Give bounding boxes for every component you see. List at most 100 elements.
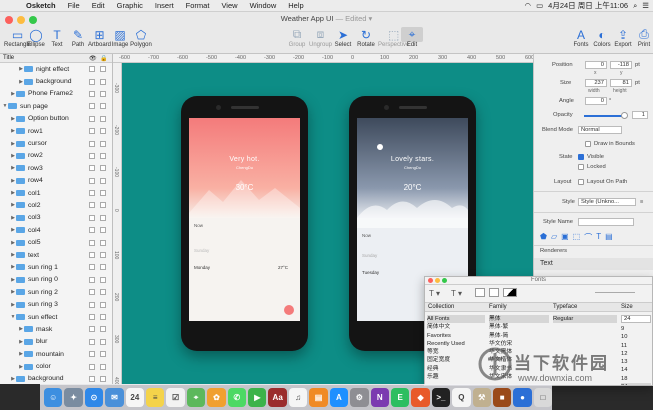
visibility-checkbox[interactable] bbox=[89, 338, 95, 345]
app-icon[interactable]: ◆ bbox=[411, 388, 430, 407]
layer-row[interactable]: ▶ cursor bbox=[0, 137, 112, 149]
layer-row[interactable]: ▶ Phone Frame2 bbox=[0, 88, 112, 100]
lock-checkbox[interactable] bbox=[100, 128, 106, 135]
lock-checkbox[interactable] bbox=[100, 66, 106, 73]
text-style-icon[interactable]: T bbox=[596, 232, 601, 243]
visibility-checkbox[interactable] bbox=[89, 276, 95, 283]
collection-item[interactable]: 固定宽度 bbox=[427, 356, 485, 364]
style-name-input[interactable] bbox=[578, 218, 634, 226]
zoom-fonts-panel-button[interactable] bbox=[442, 278, 447, 283]
visibility-checkbox[interactable] bbox=[89, 165, 95, 172]
layer-row[interactable]: ▶ col3 bbox=[0, 212, 112, 224]
lock-checkbox[interactable] bbox=[100, 103, 106, 110]
document-color-well[interactable] bbox=[489, 288, 499, 297]
rotate-tool-button[interactable]: ↻ Rotate bbox=[355, 27, 377, 49]
collection-item[interactable]: Favorites bbox=[427, 332, 485, 340]
stroke-style-icon[interactable]: ▱ bbox=[551, 232, 557, 243]
artboard-tool-button[interactable]: ⊞ Artboard bbox=[88, 27, 111, 49]
layer-row[interactable]: ▶ background bbox=[0, 75, 112, 87]
menu-app-name[interactable]: Osketch bbox=[20, 1, 62, 10]
close-fonts-panel-button[interactable] bbox=[428, 278, 433, 283]
layer-row[interactable]: ▶ col2 bbox=[0, 199, 112, 211]
lock-checkbox[interactable] bbox=[100, 375, 106, 382]
draw-in-bounds-checkbox[interactable] bbox=[585, 141, 591, 147]
layer-row[interactable]: ▶ mountain bbox=[0, 348, 112, 360]
visibility-checkbox[interactable] bbox=[89, 227, 95, 234]
lock-checkbox[interactable] bbox=[100, 190, 106, 197]
lock-checkbox[interactable] bbox=[100, 252, 106, 259]
layer-row[interactable]: ▶ sun ring 0 bbox=[0, 274, 112, 286]
lock-checkbox[interactable] bbox=[100, 165, 106, 172]
angle-input[interactable]: 0 bbox=[585, 97, 607, 105]
music-icon[interactable]: ♫ bbox=[288, 388, 308, 407]
menu-help[interactable]: Help bbox=[282, 1, 309, 10]
polygon-tool-button[interactable]: ⬠ Polygon bbox=[130, 27, 152, 49]
effect-style-icon[interactable]: ⬚ bbox=[573, 232, 581, 243]
family-item[interactable]: 黑体-简 bbox=[489, 332, 549, 340]
collection-item[interactable]: Recently Used bbox=[427, 340, 485, 348]
locked-checkbox[interactable] bbox=[578, 164, 584, 170]
visibility-checkbox[interactable] bbox=[89, 314, 95, 320]
menu-file[interactable]: File bbox=[62, 1, 86, 10]
visibility-checkbox[interactable] bbox=[89, 363, 95, 370]
layer-row[interactable]: ▶ night effect bbox=[0, 63, 112, 75]
lock-checkbox[interactable] bbox=[100, 363, 106, 370]
qq-icon[interactable]: Q bbox=[452, 388, 471, 407]
select-tool-button[interactable]: ➤ Select bbox=[332, 27, 354, 49]
visibility-checkbox[interactable] bbox=[89, 202, 95, 209]
typeface-item[interactable] bbox=[553, 323, 617, 331]
lock-checkbox[interactable] bbox=[100, 140, 106, 147]
phone-mockup-day[interactable]: Very hot. ChengDu 30°C Now Sunday Monday… bbox=[181, 96, 308, 351]
colors-tool-button[interactable]: ◐ Colors bbox=[591, 27, 613, 49]
minimize-fonts-panel-button[interactable] bbox=[435, 278, 440, 283]
opacity-slider-knob[interactable] bbox=[621, 112, 628, 119]
lock-checkbox[interactable] bbox=[100, 276, 106, 283]
position-x-input[interactable]: 0 bbox=[585, 61, 607, 69]
messages-icon[interactable]: ✆ bbox=[227, 388, 247, 407]
visibility-checkbox[interactable] bbox=[89, 152, 95, 159]
blend-mode-select[interactable]: Normal bbox=[578, 126, 622, 134]
settings-icon[interactable]: ⚙ bbox=[350, 388, 369, 407]
lock-checkbox[interactable] bbox=[100, 301, 106, 308]
reminders-icon[interactable]: ☑ bbox=[166, 388, 185, 407]
collection-item[interactable]: 等宽 bbox=[427, 348, 485, 356]
finder-icon[interactable]: ☺ bbox=[44, 388, 63, 407]
layer-row[interactable]: ▶ sun ring 2 bbox=[0, 286, 112, 298]
opacity-input[interactable]: 1 bbox=[632, 111, 648, 119]
size-item[interactable]: 10 bbox=[621, 333, 651, 341]
facetime-icon[interactable]: ▶ bbox=[248, 388, 267, 407]
wifi-icon[interactable]: ◠ bbox=[525, 1, 532, 10]
visibility-checkbox[interactable] bbox=[89, 190, 95, 197]
shadow-style-icon[interactable]: ▣ bbox=[561, 232, 569, 243]
day-screen[interactable]: Very hot. ChengDu 30°C Now Sunday Monday… bbox=[189, 118, 300, 321]
collection-item[interactable]: 简体中文 bbox=[427, 323, 485, 331]
lock-checkbox[interactable] bbox=[100, 239, 106, 246]
group-tool-button[interactable]: ⧉ Group bbox=[286, 27, 308, 48]
text-effects-icon[interactable]: T ▾ bbox=[429, 289, 440, 298]
mail-icon[interactable]: ✉ bbox=[105, 388, 124, 407]
layer-row[interactable]: ▶ col1 bbox=[0, 187, 112, 199]
tool-icon[interactable]: ⚒ bbox=[472, 388, 491, 407]
layer-row[interactable]: ▶ mask bbox=[0, 323, 112, 335]
typeface-item[interactable]: Regular bbox=[553, 315, 617, 324]
layer-row[interactable]: ▼ sun effect bbox=[0, 311, 112, 323]
lock-checkbox[interactable] bbox=[100, 289, 106, 296]
lock-checkbox[interactable] bbox=[100, 90, 106, 97]
lock-checkbox[interactable] bbox=[100, 78, 106, 85]
text-tool-button[interactable]: T Text bbox=[46, 27, 68, 49]
style-menu-icon[interactable]: ≡ bbox=[640, 199, 643, 205]
eye-icon[interactable]: 👁 bbox=[89, 55, 97, 62]
visibility-checkbox[interactable] bbox=[89, 90, 95, 97]
style-select[interactable]: Style (Unkno... bbox=[578, 198, 636, 206]
image-style-icon[interactable]: ▤ bbox=[605, 232, 613, 243]
layer-row[interactable]: ▶ col5 bbox=[0, 236, 112, 248]
lock-checkbox[interactable] bbox=[100, 227, 106, 234]
onenote-icon[interactable]: N bbox=[370, 388, 389, 407]
calendar-icon[interactable]: 24 bbox=[125, 388, 145, 407]
visibility-checkbox[interactable] bbox=[89, 115, 95, 122]
menu-format[interactable]: Format bbox=[180, 1, 216, 10]
width-input[interactable]: 237 bbox=[585, 79, 607, 87]
menu-view[interactable]: View bbox=[215, 1, 243, 10]
layer-row[interactable]: ▶ background bbox=[0, 373, 112, 384]
layer-row[interactable]: ▶ row2 bbox=[0, 150, 112, 162]
